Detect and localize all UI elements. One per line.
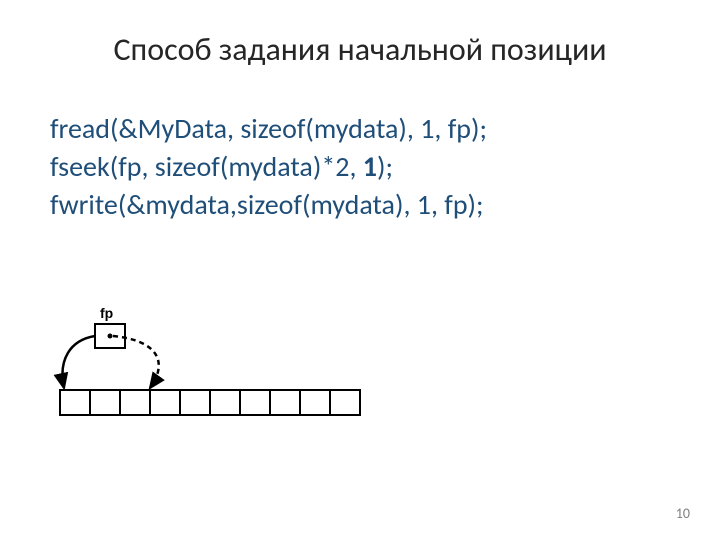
- fp-label: fp: [100, 305, 113, 321]
- code-line-2c: );: [377, 149, 393, 184]
- solid-arrow: [62, 336, 95, 388]
- code-line-3: fwrite(&mydata,sizeof(mydata), 1, fp);: [50, 186, 487, 224]
- code-line-1: fread(&MyData, sizeof(mydata), 1, fp);: [50, 110, 487, 148]
- code-line-2a: fseek(fp, sizeof(mydata)*2,: [50, 149, 363, 184]
- code-line-2: fseek(fp, sizeof(mydata)*2, 1);: [50, 148, 487, 186]
- seek-diagram: fp: [50, 300, 390, 440]
- slide-title: Способ задания начальной позиции: [0, 30, 720, 69]
- fp-dot: [108, 334, 113, 339]
- slide: Способ задания начальной позиции fread(&…: [0, 0, 720, 540]
- code-line-2b: 1: [363, 149, 377, 184]
- page-number: 10: [676, 505, 690, 522]
- array-cells: [60, 390, 360, 415]
- code-block: fread(&MyData, sizeof(mydata), 1, fp); f…: [50, 110, 487, 223]
